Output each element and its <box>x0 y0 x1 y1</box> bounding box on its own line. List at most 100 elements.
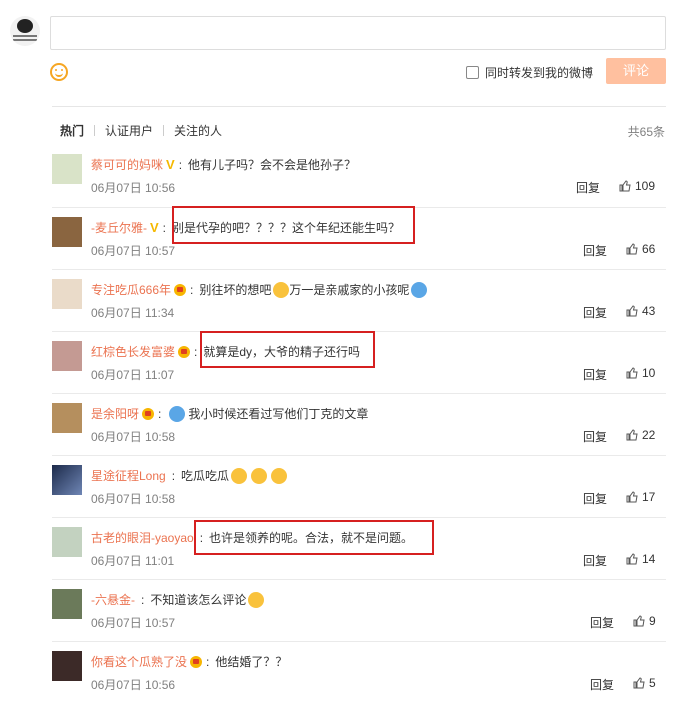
comment-input[interactable] <box>50 16 666 50</box>
emoji-icon <box>248 592 265 608</box>
timestamp: 06月07日 10:57 <box>91 244 176 258</box>
emoji-icon[interactable] <box>50 63 68 81</box>
timestamp: 06月07日 10:57 <box>91 616 176 630</box>
highlight-box <box>200 331 375 368</box>
avatar[interactable] <box>52 589 82 619</box>
avatar-caption <box>13 35 37 37</box>
crown-icon <box>178 346 191 358</box>
thumb-up-icon <box>633 615 645 627</box>
like-count: 43 <box>642 304 656 318</box>
user-name[interactable]: 是余阳呀 <box>91 405 139 423</box>
reply-button[interactable]: 回复 <box>583 552 607 569</box>
user-name[interactable]: -麦丘尔雅- <box>91 219 147 237</box>
avatar[interactable] <box>52 403 82 433</box>
tab-verified-users[interactable]: 认证用户 <box>95 122 163 139</box>
thumb-up-icon <box>626 305 638 317</box>
highlight-box <box>172 206 415 244</box>
user-name[interactable]: 古老的眼泪-yaoyao <box>91 529 194 547</box>
comment-item: 是余阳呀 : 我小时候还看过写他们丁克的文章 06月07日 10:58 回复 2… <box>52 393 666 455</box>
emoji-icon <box>273 282 290 298</box>
like-button[interactable]: 43 <box>626 304 655 318</box>
reply-button[interactable]: 回复 <box>583 428 607 445</box>
emoji-icon <box>169 406 186 422</box>
user-name[interactable]: 红棕色长发富婆 <box>91 343 175 361</box>
like-button[interactable]: 22 <box>626 428 655 442</box>
user-name[interactable]: 你看这个瓜熟了没 <box>91 653 187 671</box>
like-count: 14 <box>642 552 656 566</box>
timestamp: 06月07日 10:58 <box>91 430 176 444</box>
reply-button[interactable]: 回复 <box>590 614 614 631</box>
thumb-up-icon <box>633 677 645 689</box>
comment-text: 别往坏的想吧 <box>199 283 272 297</box>
reply-button[interactable]: 回复 <box>583 366 607 383</box>
comment-text-continued: 万一是亲戚家的小孩呢 <box>289 283 410 297</box>
emoji-icon <box>251 468 268 484</box>
user-name[interactable]: 专注吃瓜666年 <box>91 281 171 299</box>
user-name[interactable]: 蔡可可的妈咪 <box>91 156 163 174</box>
like-button[interactable]: 14 <box>626 552 655 566</box>
like-button[interactable]: 9 <box>633 614 656 628</box>
timestamp: 06月07日 11:01 <box>91 554 175 568</box>
thumb-up-icon <box>619 180 631 192</box>
avatar[interactable] <box>52 651 82 681</box>
user-name[interactable]: 星途征程Long <box>91 467 166 485</box>
reply-button[interactable]: 回复 <box>576 179 600 196</box>
thumb-up-icon <box>626 429 638 441</box>
thumb-up-icon <box>626 243 638 255</box>
repost-checkbox[interactable] <box>466 66 479 79</box>
repost-option[interactable]: 同时转发到我的微博 <box>466 64 593 81</box>
avatar[interactable] <box>52 217 82 247</box>
avatar[interactable] <box>52 527 82 557</box>
like-count: 10 <box>642 366 656 380</box>
like-count: 5 <box>649 676 656 690</box>
comment-text: 我小时候还看过写他们丁克的文章 <box>188 407 369 421</box>
timestamp: 06月07日 11:34 <box>91 306 175 320</box>
timestamp: 06月07日 10:56 <box>91 181 176 195</box>
emoji-icon <box>411 282 428 298</box>
reply-button[interactable]: 回复 <box>583 490 607 507</box>
like-count: 17 <box>642 490 656 504</box>
verified-icon: V <box>166 157 175 172</box>
avatar[interactable] <box>52 341 82 371</box>
crown-icon <box>142 408 155 420</box>
like-count: 66 <box>642 242 656 256</box>
comment-item: 你看这个瓜熟了没 : 他结婚了？？ 06月07日 10:56 回复 5 <box>52 641 666 703</box>
crown-icon <box>190 656 203 668</box>
reply-button[interactable]: 回复 <box>583 242 607 259</box>
thumb-up-icon <box>626 367 638 379</box>
divider <box>52 106 666 107</box>
like-button[interactable]: 109 <box>619 179 655 193</box>
like-button[interactable]: 66 <box>626 242 655 256</box>
comment-tabs: 热门 认证用户 关注的人 <box>60 122 232 139</box>
thumb-up-icon <box>626 553 638 565</box>
avatar[interactable] <box>52 154 82 184</box>
timestamp: 06月07日 11:07 <box>91 368 175 382</box>
reply-button[interactable]: 回复 <box>590 676 614 693</box>
avatar[interactable] <box>52 465 82 495</box>
crown-icon <box>174 284 187 296</box>
highlight-box <box>194 520 434 555</box>
like-count: 109 <box>635 179 656 193</box>
comment-text: 他有儿子吗？会不会是他孙子？ <box>188 158 357 172</box>
avatar[interactable] <box>52 279 82 309</box>
comment-item: 专注吃瓜666年 : 别往坏的想吧 万一是亲戚家的小孩呢 06月07日 11:3… <box>52 269 666 331</box>
tab-hot[interactable]: 热门 <box>60 122 94 139</box>
tab-following[interactable]: 关注的人 <box>164 122 232 139</box>
current-user-avatar <box>10 16 40 46</box>
like-button[interactable]: 17 <box>626 490 655 504</box>
thumb-up-icon <box>626 491 638 503</box>
like-button[interactable]: 5 <box>633 676 656 690</box>
user-name[interactable]: -六悬金- <box>91 591 135 609</box>
comment-text: 吃瓜吃瓜 <box>181 469 230 483</box>
like-count: 22 <box>642 428 656 442</box>
comment-text: 他结婚了？？ <box>215 655 288 669</box>
comment-count: 共65条 <box>627 125 665 139</box>
like-count: 9 <box>649 614 656 628</box>
emoji-icon <box>271 468 288 484</box>
like-button[interactable]: 10 <box>626 366 655 380</box>
reply-button[interactable]: 回复 <box>583 304 607 321</box>
comment-item: -六悬金- : 不知道该怎么评论 06月07日 10:57 回复 9 <box>52 579 666 641</box>
submit-comment-button[interactable]: 评论 <box>606 58 666 84</box>
comment-item: 星途征程Long : 吃瓜吃瓜 06月07日 10:58 回复 17 <box>52 455 666 517</box>
comment-text: 不知道该怎么评论 <box>150 593 247 607</box>
